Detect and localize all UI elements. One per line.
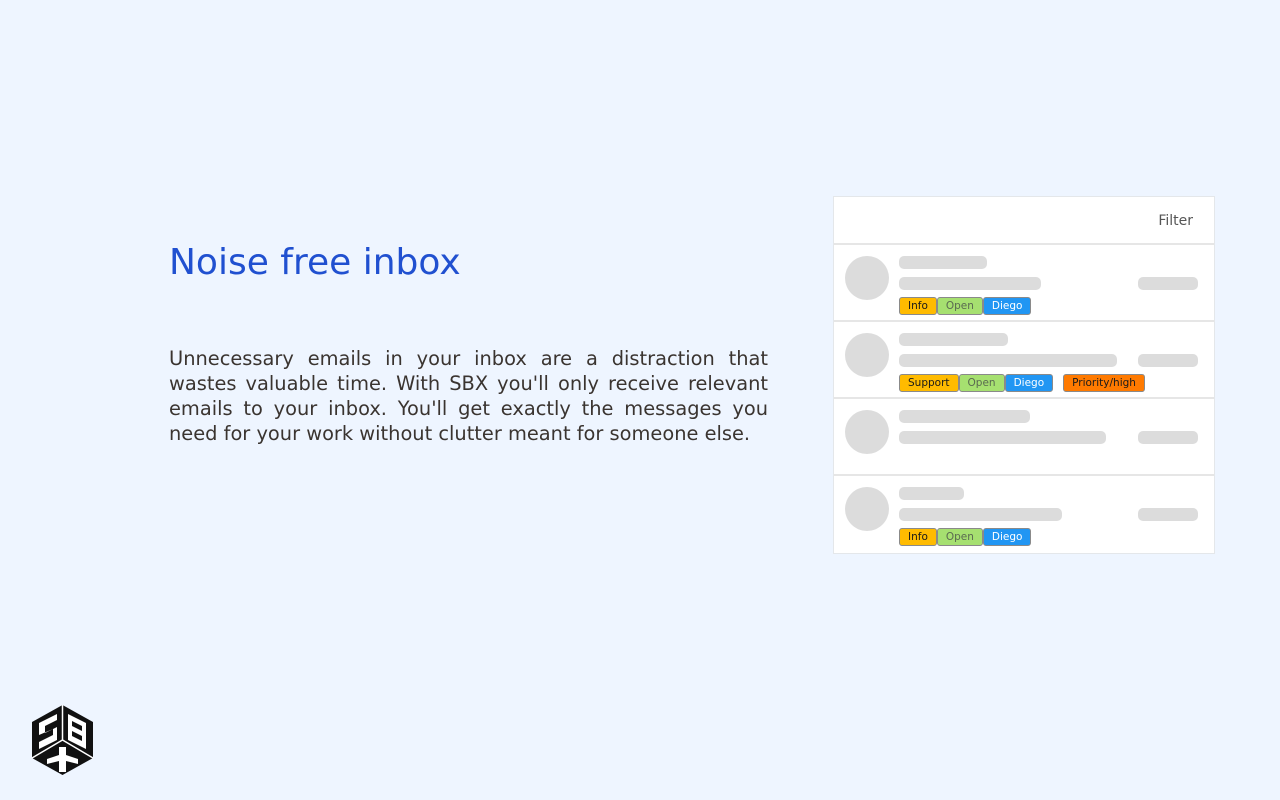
tag-priority[interactable]: Priority/high: [1063, 374, 1145, 392]
subject-placeholder: [899, 431, 1106, 444]
avatar-placeholder: [845, 410, 889, 454]
subject-placeholder: [899, 354, 1117, 367]
inbox-header: Filter: [834, 197, 1214, 245]
list-item[interactable]: Support Open Diego Priority/high: [834, 322, 1214, 399]
subject-placeholder: [899, 277, 1041, 290]
sender-placeholder: [899, 410, 1030, 423]
date-placeholder: [1138, 431, 1198, 444]
tag-info[interactable]: Info: [899, 297, 937, 315]
subject-placeholder: [899, 508, 1062, 521]
avatar-placeholder: [845, 487, 889, 531]
tag-open[interactable]: Open: [958, 374, 1005, 392]
tag-list: Support Open Diego Priority/high: [899, 374, 1145, 392]
tag-assignee[interactable]: Diego: [982, 528, 1032, 546]
tag-open[interactable]: Open: [936, 297, 983, 315]
tag-list: Info Open Diego: [899, 297, 1032, 315]
list-item[interactable]: Info Open Diego: [834, 476, 1214, 553]
tag-support[interactable]: Support: [899, 374, 959, 392]
date-placeholder: [1138, 508, 1198, 521]
avatar-placeholder: [845, 256, 889, 300]
filter-button[interactable]: Filter: [1158, 213, 1193, 229]
tag-assignee[interactable]: Diego: [982, 297, 1032, 315]
sender-placeholder: [899, 333, 1008, 346]
date-placeholder: [1138, 354, 1198, 367]
sbx-logo-icon: [31, 704, 94, 776]
feature-description: Unnecessary emails in your inbox are a d…: [169, 347, 768, 445]
sender-placeholder: [899, 256, 987, 269]
tag-info[interactable]: Info: [899, 528, 937, 546]
tag-open[interactable]: Open: [936, 528, 983, 546]
inbox-preview: Filter Info Open Diego Support Open Dieg…: [833, 196, 1215, 554]
avatar-placeholder: [845, 333, 889, 377]
page-title: Noise free inbox: [169, 242, 461, 283]
list-item[interactable]: [834, 399, 1214, 476]
tag-list: Info Open Diego: [899, 528, 1032, 546]
tag-assignee[interactable]: Diego: [1004, 374, 1054, 392]
list-item[interactable]: Info Open Diego: [834, 245, 1214, 322]
sender-placeholder: [899, 487, 964, 500]
date-placeholder: [1138, 277, 1198, 290]
